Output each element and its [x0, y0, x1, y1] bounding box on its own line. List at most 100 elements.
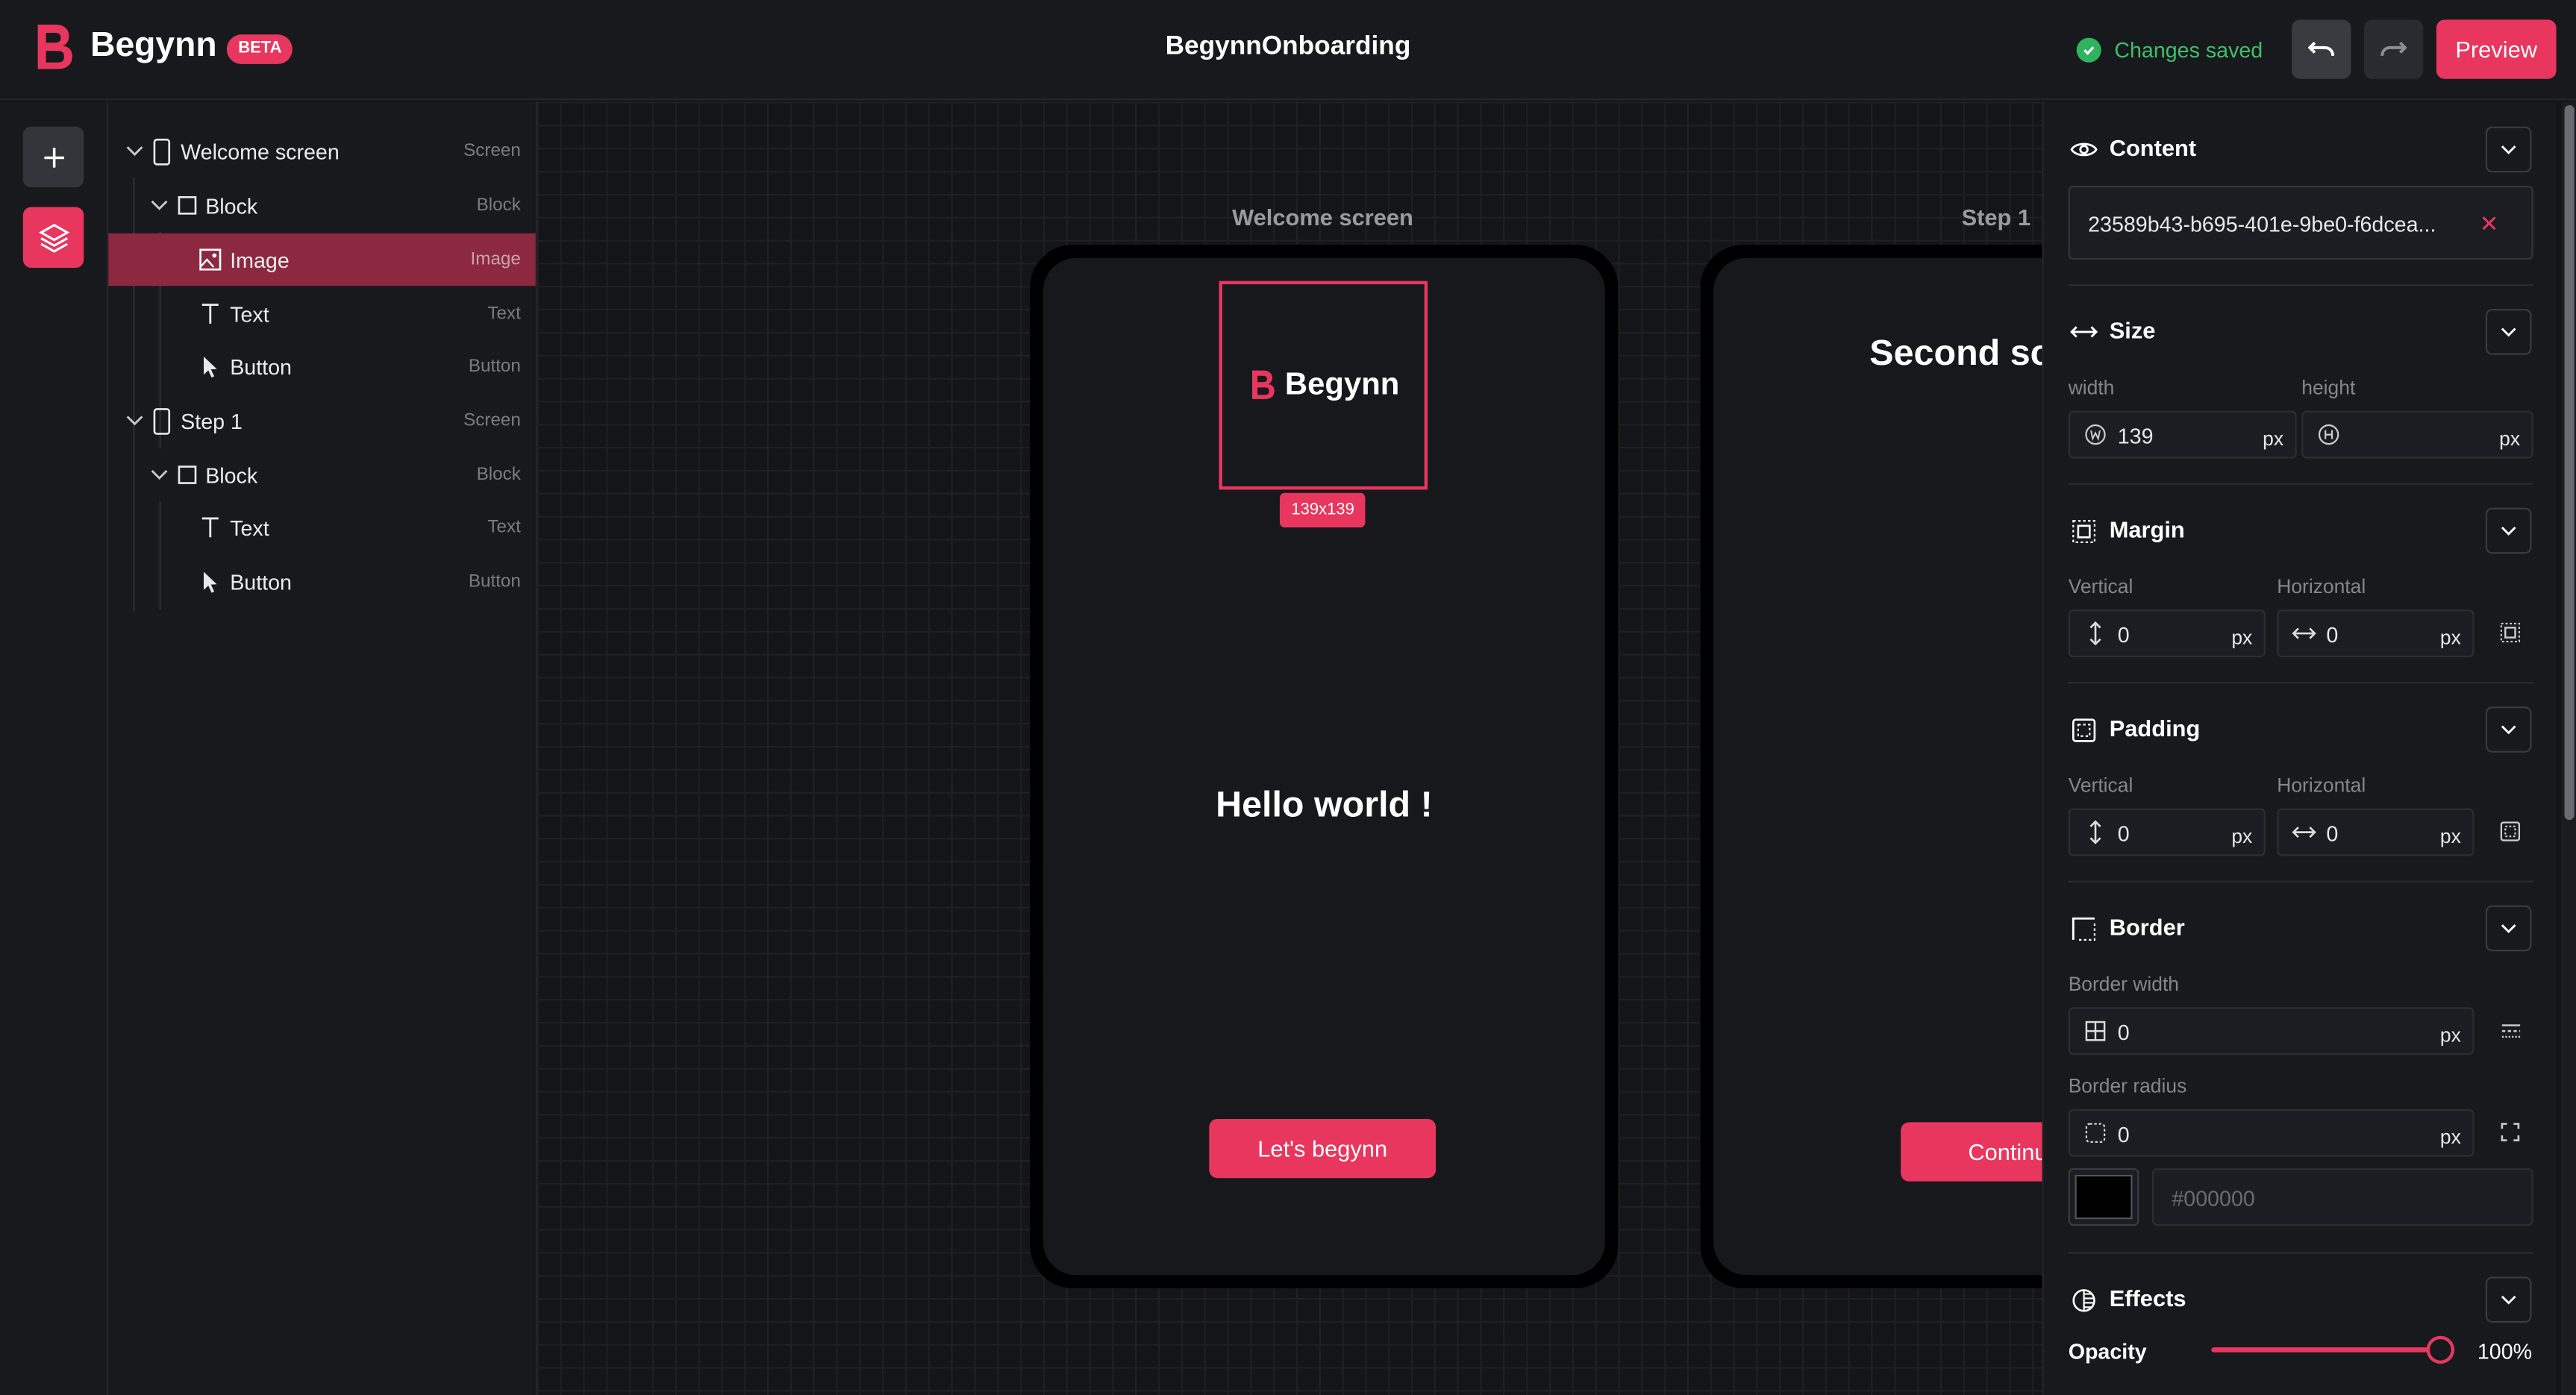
text-icon: [198, 301, 222, 327]
clear-icon[interactable]: ✕: [2480, 210, 2499, 238]
layer-text[interactable]: Text Text: [108, 287, 535, 339]
screen-heading[interactable]: Hello world !: [1216, 784, 1433, 827]
content-source-field[interactable]: 23589b43-b695-401e-9be0-f6dcea... ✕: [2068, 185, 2533, 260]
height-icon: [2316, 422, 2341, 447]
screen-heading[interactable]: Second sc: [1869, 332, 2042, 374]
chevron-down-icon[interactable]: [149, 195, 169, 215]
border-color-swatch[interactable]: [2068, 1168, 2139, 1226]
properties-scrollbar[interactable]: [2561, 101, 2576, 1395]
layer-label: Button: [230, 354, 292, 379]
opacity-slider-handle[interactable]: [2426, 1335, 2455, 1364]
cursor-icon: [198, 568, 222, 595]
collapse-padding-button[interactable]: [2485, 706, 2532, 753]
divider: [2068, 1252, 2533, 1254]
section-title-margin: Margin: [2109, 515, 2185, 542]
collapse-effects-button[interactable]: [2485, 1276, 2532, 1323]
margin-vertical-field[interactable]: 0 px: [2068, 609, 2266, 658]
divider: [2068, 880, 2533, 883]
section-title-content: Content: [2109, 134, 2197, 161]
cursor-icon: [198, 354, 222, 380]
screen-label: Step 1: [1961, 204, 2031, 231]
layer-step-1[interactable]: Step 1 Screen: [108, 395, 535, 447]
color-preview: [2075, 1174, 2133, 1220]
unit-label: px: [2231, 824, 2253, 848]
layers-button[interactable]: [22, 207, 84, 269]
padding-vertical-field[interactable]: 0 px: [2068, 808, 2266, 856]
chevron-down-icon[interactable]: [125, 141, 144, 160]
brand-name: Begynn: [90, 26, 217, 64]
layer-type: Button: [468, 571, 521, 592]
selected-image[interactable]: Begynn: [1219, 280, 1428, 490]
margin-horizontal-field[interactable]: 0 px: [2277, 609, 2475, 658]
border-icon: [2069, 914, 2098, 944]
layer-text[interactable]: Text Text: [108, 501, 535, 554]
padding-horizontal-field[interactable]: 0 px: [2277, 808, 2475, 856]
divider: [2068, 483, 2533, 485]
opacity-label: Opacity: [2068, 1339, 2147, 1364]
chevron-down-icon[interactable]: [149, 465, 169, 484]
collapse-border-button[interactable]: [2485, 905, 2532, 952]
layers-icon: [37, 222, 69, 252]
border-radius-label: Border radius: [2068, 1074, 2187, 1098]
section-title-border: Border: [2109, 913, 2185, 940]
chevron-down-icon[interactable]: [125, 411, 144, 430]
border-width-field[interactable]: 0 px: [2068, 1007, 2475, 1056]
tool-rail: [0, 101, 109, 1395]
border-color-field[interactable]: #000000: [2151, 1168, 2533, 1226]
unit-label: px: [2439, 824, 2461, 848]
save-status-text: Changes saved: [2114, 37, 2263, 62]
chevron-down-icon: [2501, 327, 2516, 337]
continue-button[interactable]: Continue: [1901, 1122, 2042, 1182]
scrollbar-thumb[interactable]: [2564, 104, 2575, 821]
size-tag: 139x139: [1279, 492, 1366, 528]
height-label: height: [2301, 376, 2356, 400]
content-source-value: 23589b43-b695-401e-9be0-f6dcea...: [2088, 212, 2436, 237]
width-field[interactable]: 139 px: [2068, 410, 2297, 459]
layer-button[interactable]: Button Button: [108, 340, 535, 392]
arrows-vertical-icon: [2083, 621, 2108, 646]
check-circle-icon: [2076, 37, 2101, 62]
unit-label: px: [2439, 1125, 2461, 1149]
border-radius-field[interactable]: 0 px: [2068, 1109, 2475, 1157]
padding-horizontal-label: Horizontal: [2277, 774, 2366, 797]
phone-icon: [149, 407, 172, 434]
height-field[interactable]: px: [2301, 410, 2533, 459]
layers-panel: Welcome screen Screen Block Block Image …: [108, 101, 537, 1395]
undo-icon: [2308, 41, 2335, 57]
collapse-size-button[interactable]: [2485, 309, 2532, 355]
save-status: Changes saved: [2076, 34, 2263, 64]
undo-button[interactable]: [2292, 19, 2351, 79]
padding-sides-icon[interactable]: [2498, 820, 2522, 843]
margin-sides-icon[interactable]: [2498, 621, 2522, 645]
border-width-value: 0: [2117, 1020, 2130, 1045]
image-icon: [198, 246, 222, 272]
layer-image[interactable]: Image Image: [108, 233, 536, 286]
begynn-logo-icon[interactable]: [30, 22, 76, 74]
border-style-icon[interactable]: [2498, 1019, 2522, 1042]
redo-button[interactable]: [2363, 19, 2424, 79]
phone-frame-step-1[interactable]: Second sc Continue: [1700, 245, 2042, 1288]
design-canvas[interactable]: Welcome screen Begynn 139x139 Hello worl…: [537, 101, 2042, 1395]
square-icon: [176, 192, 199, 219]
preview-button[interactable]: Preview: [2436, 19, 2557, 79]
layer-label: Block: [205, 192, 258, 218]
layer-type: Text: [487, 304, 521, 324]
unit-label: px: [2439, 1023, 2461, 1047]
margin-horizontal-label: Horizontal: [2277, 574, 2366, 598]
add-element-button[interactable]: [22, 126, 84, 188]
layer-block[interactable]: Block Block: [108, 448, 535, 501]
phone-frame-welcome[interactable]: Begynn 139x139 Hello world ! Let's begyn…: [1030, 245, 1619, 1288]
padding-horizontal-value: 0: [2326, 821, 2339, 847]
collapse-margin-button[interactable]: [2485, 507, 2532, 554]
unit-label: px: [2439, 626, 2461, 650]
layer-button[interactable]: Button Button: [108, 555, 535, 607]
arrows-vertical-icon: [2083, 820, 2108, 844]
lets-begynn-button[interactable]: Let's begynn: [1209, 1118, 1437, 1179]
properties-panel: Content 23589b43-b695-401e-9be0-f6dcea..…: [2042, 101, 2557, 1395]
layer-block[interactable]: Block Block: [108, 179, 535, 231]
layer-label: Button: [230, 569, 292, 595]
layer-welcome-screen[interactable]: Welcome screen Screen: [108, 125, 535, 177]
opacity-slider-track[interactable]: [2211, 1347, 2442, 1352]
collapse-content-button[interactable]: [2485, 126, 2532, 173]
corners-icon[interactable]: [2498, 1120, 2522, 1144]
